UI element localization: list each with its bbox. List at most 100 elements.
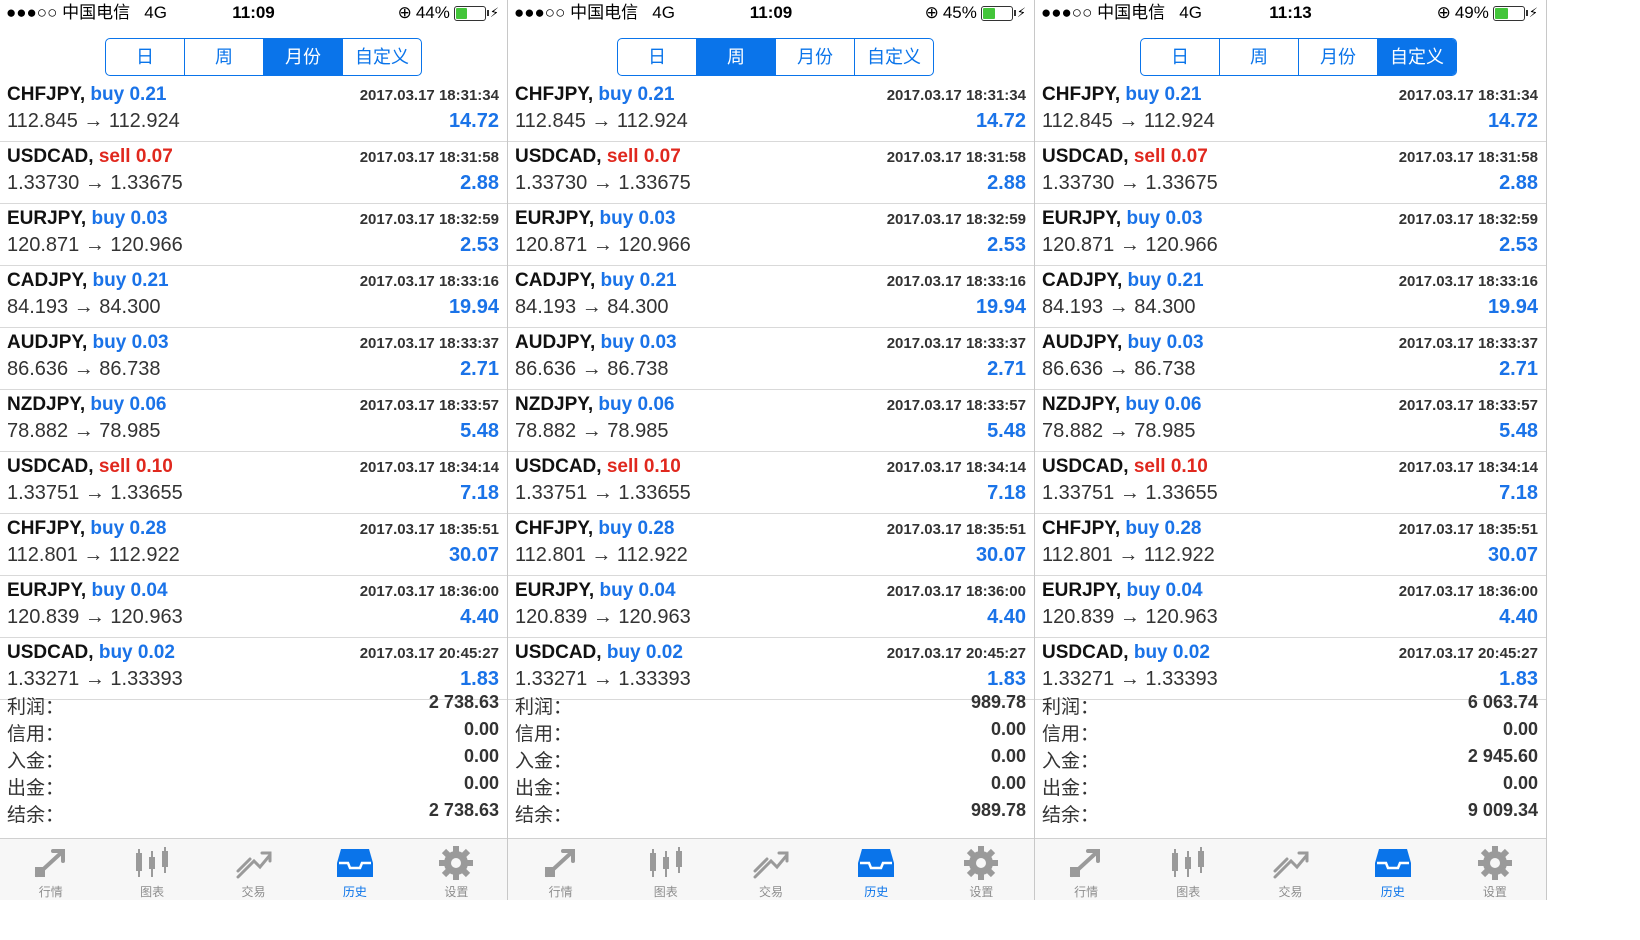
bottom-tab-quotes[interactable]: 行情 xyxy=(1035,839,1137,900)
bottom-tab-label: 历史 xyxy=(342,885,367,899)
trade-prices: 84.193 → 84.300 xyxy=(7,296,161,318)
trade-side: buy 0.03 xyxy=(599,208,676,229)
bottom-tab-chart-candles[interactable]: 图表 xyxy=(101,839,202,900)
trade-time: 2017.03.17 20:45:27 xyxy=(1398,645,1538,662)
trade-row[interactable]: CADJPY, buy 0.21 2017.03.17 18:33:16 84.… xyxy=(508,266,1034,328)
bottom-tab-history[interactable]: 历史 xyxy=(304,839,405,900)
trade-row[interactable]: EURJPY, buy 0.04 2017.03.17 18:36:00 120… xyxy=(1035,576,1546,638)
bottom-tab-settings-gear[interactable]: 设置 xyxy=(1444,839,1546,900)
period-tab-2[interactable]: 月份 xyxy=(775,39,854,75)
bottom-tab-label: 历史 xyxy=(1380,885,1405,899)
trade-time: 2017.03.17 18:33:37 xyxy=(1398,335,1538,352)
trade-row[interactable]: USDCAD, sell 0.07 2017.03.17 18:31:58 1.… xyxy=(508,142,1034,204)
trade-row[interactable]: AUDJPY, buy 0.03 2017.03.17 18:33:37 86.… xyxy=(1035,328,1546,390)
summary-row: 信用： 0.00 xyxy=(0,717,507,745)
trade-side: sell 0.10 xyxy=(1133,456,1208,477)
trade-symbol: USDCAD, xyxy=(515,146,602,167)
trade-row[interactable]: NZDJPY, buy 0.06 2017.03.17 18:33:57 78.… xyxy=(1035,390,1546,452)
summary-row: 出金： 0.00 xyxy=(0,771,507,799)
period-tab-3[interactable]: 自定义 xyxy=(342,39,421,75)
period-tab-1[interactable]: 周 xyxy=(696,39,775,75)
trade-history-list: CHFJPY, buy 0.21 2017.03.17 18:31:34 112… xyxy=(1035,80,1546,700)
trade-side: buy 0.02 xyxy=(98,642,175,663)
trade-row[interactable]: USDCAD, sell 0.07 2017.03.17 18:31:58 1.… xyxy=(0,142,507,204)
trade-profit: 5.48 xyxy=(987,420,1026,442)
battery-fill xyxy=(1494,7,1508,19)
period-tab-0[interactable]: 日 xyxy=(106,39,184,75)
bottom-tab-trade[interactable]: 交易 xyxy=(1239,839,1341,900)
bottom-tab-trade[interactable]: 交易 xyxy=(203,839,304,900)
period-tab-2[interactable]: 月份 xyxy=(1298,39,1377,75)
trade-profit: 4.40 xyxy=(987,606,1026,628)
trade-row[interactable]: NZDJPY, buy 0.06 2017.03.17 18:33:57 78.… xyxy=(508,390,1034,452)
period-tab-3[interactable]: 自定义 xyxy=(854,39,933,75)
trade-side: buy 0.21 xyxy=(1125,84,1202,105)
bottom-tab-settings-gear[interactable]: 设置 xyxy=(929,839,1034,900)
period-tab-0[interactable]: 日 xyxy=(1141,39,1219,75)
trade-row[interactable]: CADJPY, buy 0.21 2017.03.17 18:33:16 84.… xyxy=(1035,266,1546,328)
bottom-tab-history[interactable]: 历史 xyxy=(824,839,929,900)
trade-row[interactable]: USDCAD, sell 0.07 2017.03.17 18:31:58 1.… xyxy=(1035,142,1546,204)
bottom-tab-quotes[interactable]: 行情 xyxy=(508,839,613,900)
trade-side: buy 0.06 xyxy=(598,394,675,415)
period-tab-2[interactable]: 月份 xyxy=(263,39,342,75)
trade-row[interactable]: CHFJPY, buy 0.21 2017.03.17 18:31:34 112… xyxy=(0,80,507,142)
account-summary: 利润： 989.78 信用： 0.00 入金： 0.00 出金： 0.00 结余… xyxy=(508,690,1034,826)
bottom-tab-chart-candles[interactable]: 图表 xyxy=(613,839,718,900)
bottom-tab-label: 图表 xyxy=(140,885,165,899)
status-bar: ●●●○○ 中国电信 4G 11:13 ⊕ 49% ⚡ xyxy=(1035,0,1546,26)
trade-row[interactable]: AUDJPY, buy 0.03 2017.03.17 18:33:37 86.… xyxy=(0,328,507,390)
summary-value: 0.00 xyxy=(990,719,1026,739)
trade-prices: 1.33751 → 1.33655 xyxy=(1042,482,1218,504)
trade-prices: 1.33730 → 1.33675 xyxy=(7,172,183,194)
bottom-tab-label: 交易 xyxy=(759,885,784,899)
bottom-tab-trade[interactable]: 交易 xyxy=(718,839,823,900)
trade-symbol: USDCAD, xyxy=(7,456,94,477)
trade-row[interactable]: CADJPY, buy 0.21 2017.03.17 18:33:16 84.… xyxy=(0,266,507,328)
trade-symbol: USDCAD, xyxy=(1042,642,1129,663)
trade-prices: 112.845 → 112.924 xyxy=(1042,110,1215,132)
trade-profit: 2.88 xyxy=(1499,172,1538,194)
trade-side: buy 0.03 xyxy=(92,332,169,353)
bottom-tab-settings-gear[interactable]: 设置 xyxy=(406,839,507,900)
phone-screen-3: ●●●○○ 中国电信 4G 11:13 ⊕ 49% ⚡ 日周月份 自定义 CHFJ… xyxy=(1035,0,1547,900)
trade-row[interactable]: EURJPY, buy 0.04 2017.03.17 18:36:00 120… xyxy=(0,576,507,638)
trade-row[interactable]: NZDJPY, buy 0.06 2017.03.17 18:33:57 78.… xyxy=(0,390,507,452)
period-tab-0[interactable]: 日 xyxy=(618,39,696,75)
bottom-tab-chart-candles[interactable]: 图表 xyxy=(1137,839,1239,900)
trade-symbol: EURJPY, xyxy=(515,580,595,601)
summary-value: 989.78 xyxy=(970,692,1026,712)
trade-time: 2017.03.17 18:36:00 xyxy=(1398,583,1538,600)
phone-screen-2: ●●●○○ 中国电信 4G 11:09 ⊕ 45% ⚡ 日周月份 自定义 CHFJ… xyxy=(508,0,1035,900)
trade-row[interactable]: EURJPY, buy 0.03 2017.03.17 18:32:59 120… xyxy=(508,204,1034,266)
trade-row[interactable]: AUDJPY, buy 0.03 2017.03.17 18:33:37 86.… xyxy=(508,328,1034,390)
trade-side: buy 0.03 xyxy=(91,208,168,229)
trade-history-list: CHFJPY, buy 0.21 2017.03.17 18:31:34 112… xyxy=(0,80,507,700)
bottom-tab-quotes[interactable]: 行情 xyxy=(0,839,101,900)
trade-row[interactable]: USDCAD, sell 0.10 2017.03.17 18:34:14 1.… xyxy=(508,452,1034,514)
trade-row[interactable]: CHFJPY, buy 0.21 2017.03.17 18:31:34 112… xyxy=(508,80,1034,142)
trade-symbol: CHFJPY, xyxy=(1042,84,1121,105)
trade-row[interactable]: EURJPY, buy 0.04 2017.03.17 18:36:00 120… xyxy=(508,576,1034,638)
trade-profit: 7.18 xyxy=(1499,482,1538,504)
trade-row[interactable]: CHFJPY, buy 0.28 2017.03.17 18:35:51 112… xyxy=(508,514,1034,576)
period-tab-3[interactable]: 自定义 xyxy=(1377,39,1456,75)
trade-row[interactable]: USDCAD, sell 0.10 2017.03.17 18:34:14 1.… xyxy=(0,452,507,514)
trade-row[interactable]: EURJPY, buy 0.03 2017.03.17 18:32:59 120… xyxy=(1035,204,1546,266)
period-tab-1[interactable]: 周 xyxy=(184,39,263,75)
trade-symbol: CADJPY, xyxy=(1042,270,1123,291)
bottom-tab-history[interactable]: 历史 xyxy=(1342,839,1444,900)
trade-prices: 120.839 → 120.963 xyxy=(1042,606,1218,628)
bottom-tab-label: 行情 xyxy=(548,885,573,899)
trade-row[interactable]: CHFJPY, buy 0.28 2017.03.17 18:35:51 112… xyxy=(1035,514,1546,576)
summary-row: 入金： 0.00 xyxy=(508,744,1034,772)
trade-row[interactable]: EURJPY, buy 0.03 2017.03.17 18:32:59 120… xyxy=(0,204,507,266)
trade-side: sell 0.10 xyxy=(98,456,173,477)
bottom-tab-bar: 行情 图表 交易 历史 设置 xyxy=(1035,838,1546,900)
trade-row[interactable]: USDCAD, sell 0.10 2017.03.17 18:34:14 1.… xyxy=(1035,452,1546,514)
trade-row[interactable]: CHFJPY, buy 0.28 2017.03.17 18:35:51 112… xyxy=(0,514,507,576)
period-tab-1[interactable]: 周 xyxy=(1219,39,1298,75)
trade-time: 2017.03.17 18:35:51 xyxy=(359,521,499,538)
trade-symbol: NZDJPY, xyxy=(515,394,594,415)
trade-row[interactable]: CHFJPY, buy 0.21 2017.03.17 18:31:34 112… xyxy=(1035,80,1546,142)
